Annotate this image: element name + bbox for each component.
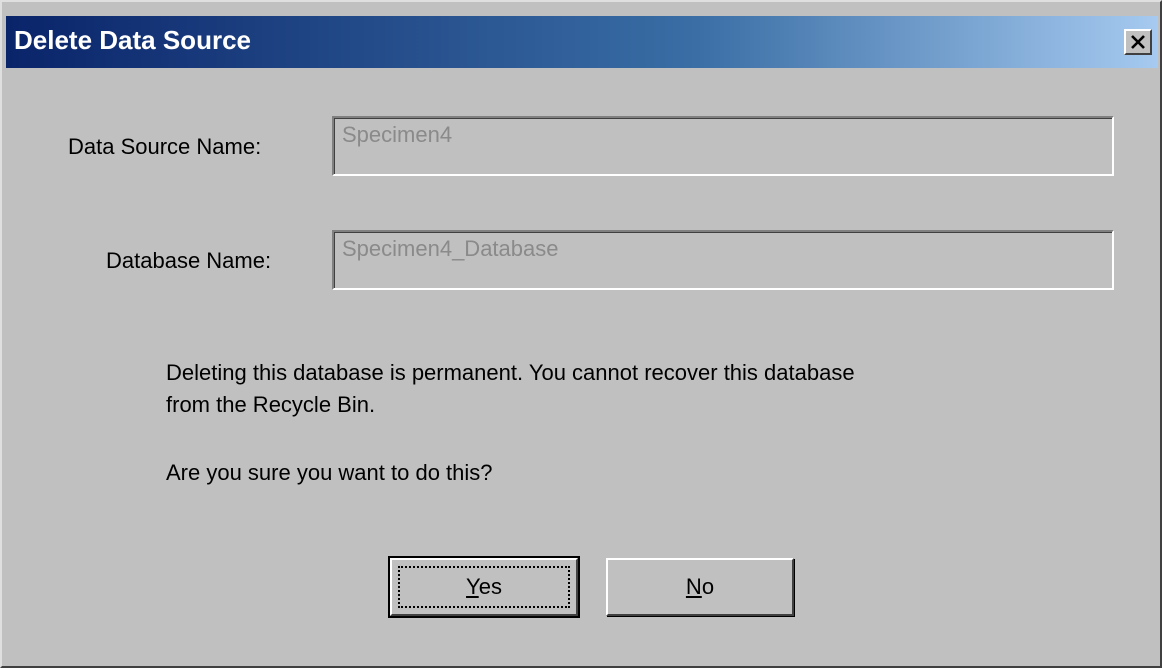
- yes-button-label: Yes: [466, 574, 502, 599]
- close-icon: [1131, 35, 1145, 49]
- dialog-title: Delete Data Source: [14, 25, 251, 55]
- warning-text-line-1: Deleting this database is permanent. You…: [166, 360, 855, 385]
- yes-button[interactable]: Yes: [388, 556, 580, 618]
- close-button[interactable]: [1124, 29, 1152, 55]
- confirm-question: Are you sure you want to do this?: [166, 460, 493, 485]
- database-name-field[interactable]: Specimen4_Database: [332, 230, 1114, 290]
- database-name-label: Database Name:: [106, 248, 272, 273]
- no-button-label: No: [685, 574, 715, 599]
- title-bar[interactable]: Delete Data Source: [6, 16, 1158, 68]
- warning-text-line-2: from the Recycle Bin.: [166, 392, 376, 417]
- data-source-name-field[interactable]: Specimen4: [332, 116, 1114, 176]
- delete-data-source-dialog: Delete Data Source Data Source Name: Spe…: [0, 0, 1162, 668]
- data-source-name-label: Data Source Name:: [68, 134, 262, 159]
- no-button[interactable]: No: [606, 558, 794, 616]
